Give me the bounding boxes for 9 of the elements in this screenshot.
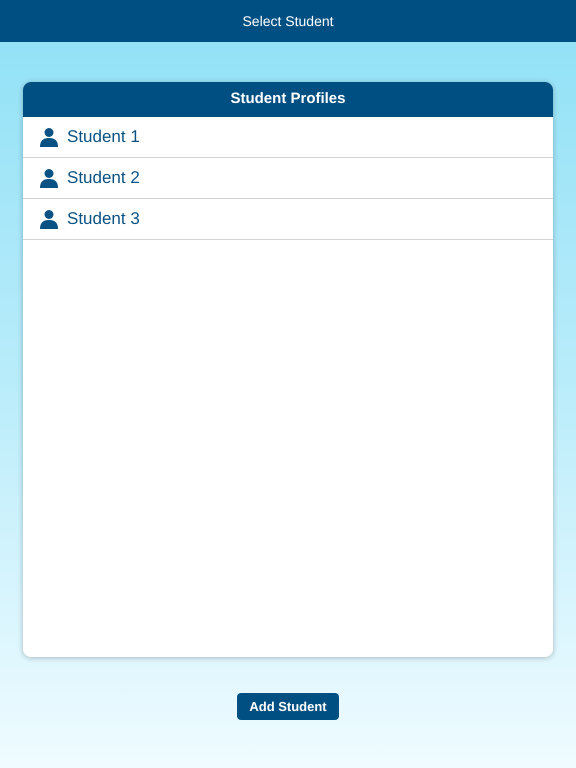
person-icon bbox=[39, 127, 59, 147]
person-icon bbox=[39, 209, 59, 229]
add-student-button[interactable]: Add Student bbox=[237, 693, 339, 720]
student-row[interactable]: Student 2 bbox=[23, 158, 553, 199]
person-icon bbox=[39, 168, 59, 188]
student-row[interactable]: Student 1 bbox=[23, 117, 553, 158]
panel-title: Student Profiles bbox=[230, 89, 346, 110]
top-bar-title: Select Student bbox=[242, 12, 334, 30]
student-row[interactable]: Student 3 bbox=[23, 199, 553, 240]
